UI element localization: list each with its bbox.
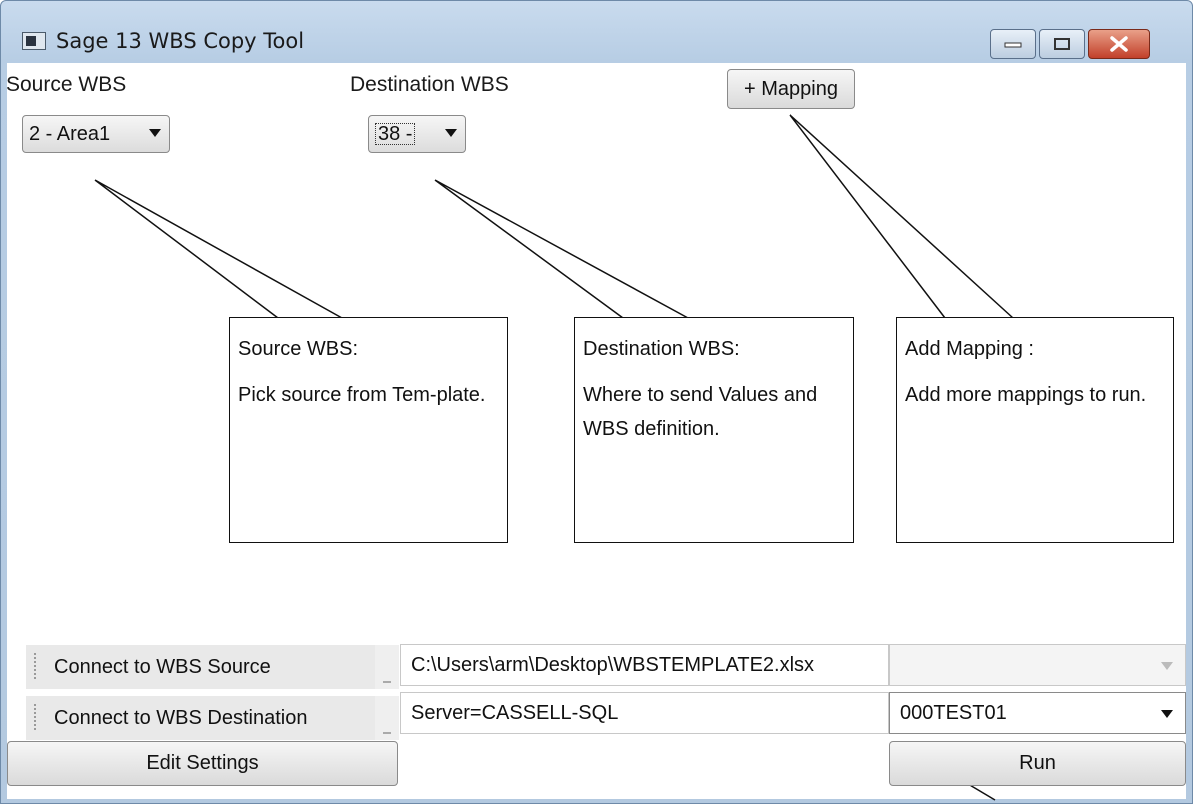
destination-callout-title: Destination WBS: [583,338,740,360]
toolbar-grip-icon [34,653,36,681]
source-callout-body: Pick source from Tem-plate. [238,384,486,406]
connect-destination-dropdown[interactable] [375,696,399,740]
source-wbs-callout: Source WBS: Pick source from Tem-plate. [229,317,508,543]
connect-source-button[interactable]: Connect to WBS Source [26,645,375,689]
source-sheet-select[interactable] [889,644,1186,686]
source-path-field[interactable]: C:\Users\arm\Desktop\WBSTEMPLATE2.xlsx [400,644,889,686]
mapping-callout-body: Add more mappings to run. [905,384,1147,406]
status-area [400,741,889,786]
run-button[interactable]: Run [889,741,1186,786]
dropdown-arrow-icon [1161,710,1173,718]
destination-callout-pointer [434,179,689,319]
connect-destination-label: Connect to WBS Destination [54,706,308,729]
destination-db-select[interactable]: 000TEST01 [889,692,1186,734]
edit-settings-button[interactable]: Edit Settings [7,741,398,786]
dropdown-arrow-icon [1161,662,1173,670]
destination-callout-body: Where to send Values and WBS definition. [583,384,818,440]
mapping-callout-pointer [789,114,1014,319]
destination-wbs-callout: Destination WBS: Where to send Values an… [574,317,854,543]
connect-source-label: Connect to WBS Source [54,655,271,678]
connect-source-dropdown[interactable] [375,645,399,689]
destination-db-value: 000TEST01 [900,701,1007,724]
add-mapping-callout: Add Mapping : Add more mappings to run. [896,317,1174,543]
mapping-callout-title: Add Mapping : [905,338,1034,360]
toolbar-grip-icon [34,704,36,732]
source-callout-pointer [94,179,343,319]
source-callout-title: Source WBS: [238,338,359,360]
destination-server-field[interactable]: Server=CASSELL-SQL [400,692,889,734]
connect-destination-button[interactable]: Connect to WBS Destination [26,696,375,740]
